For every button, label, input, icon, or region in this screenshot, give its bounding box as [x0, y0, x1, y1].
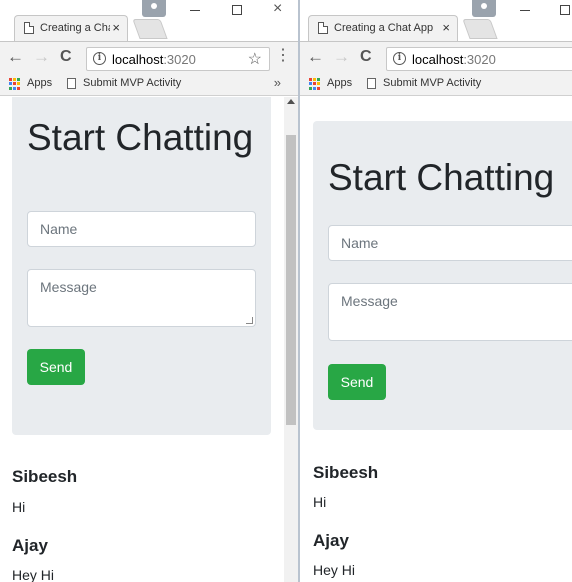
message-placeholder: Message	[40, 279, 97, 295]
address-bar[interactable]: i localhost:3020	[386, 47, 572, 71]
chat-form-panel: Start Chatting Name Message Send	[12, 97, 271, 435]
scroll-thumb[interactable]	[286, 135, 296, 425]
forward-icon[interactable]: →	[33, 47, 50, 67]
message-textarea[interactable]: Message	[328, 283, 572, 341]
tab-close-icon[interactable]: ×	[112, 20, 120, 36]
browser-window-left: Creating a Chat App × × ← → C i localhos…	[0, 0, 298, 582]
browser-tab[interactable]: Creating a Chat App ×	[308, 15, 458, 41]
message-author: Ajay	[12, 536, 48, 555]
apps-icon[interactable]	[309, 78, 321, 90]
name-input[interactable]: Name	[27, 211, 256, 247]
window-close-icon[interactable]: ×	[273, 0, 282, 18]
profile-icon[interactable]	[142, 0, 166, 17]
browser-tab[interactable]: Creating a Chat App ×	[14, 15, 128, 41]
menu-icon[interactable]: ⋮	[275, 48, 291, 64]
url-text: localhost:3020	[412, 52, 496, 67]
bookmark-page-icon	[67, 78, 76, 89]
title-bar: Creating a Chat App × ×	[0, 0, 298, 41]
page-icon	[24, 22, 34, 34]
bookmarks-bar: Apps Submit MVP Activity »	[0, 74, 298, 96]
url-port: :3020	[163, 52, 196, 67]
name-placeholder: Name	[341, 235, 379, 251]
address-bar[interactable]: i localhost:3020 ☆	[86, 47, 270, 71]
scroll-up-icon[interactable]	[287, 99, 295, 104]
resize-handle-icon[interactable]	[246, 317, 253, 324]
forward-icon[interactable]: →	[333, 47, 350, 67]
tab-title: Creating a Chat App	[40, 22, 110, 34]
apps-link[interactable]: Apps	[27, 77, 52, 89]
new-tab-button[interactable]	[132, 19, 168, 39]
info-icon[interactable]: i	[393, 52, 406, 65]
message-author: Sibeesh	[313, 463, 379, 482]
send-button[interactable]: Send	[27, 349, 85, 385]
name-placeholder: Name	[40, 221, 78, 237]
reload-icon[interactable]: C	[60, 47, 72, 67]
page-title: Start Chatting	[27, 117, 254, 158]
bookmark-star-icon[interactable]: ☆	[248, 49, 262, 69]
message-placeholder: Message	[341, 293, 398, 309]
page-content: Start Chatting Name Message Send Sibeesh…	[300, 97, 572, 582]
bookmarks-bar: Apps Submit MVP Activity	[300, 74, 572, 96]
back-icon[interactable]: ←	[7, 47, 24, 67]
message-text: Hey Hi	[313, 562, 356, 578]
message-textarea[interactable]: Message	[27, 269, 256, 327]
message-text: Hi	[12, 499, 26, 515]
minimize-icon[interactable]	[520, 10, 530, 11]
tab-title: Creating a Chat App	[334, 22, 434, 34]
url-text: localhost:3020	[112, 52, 196, 67]
maximize-icon[interactable]	[232, 5, 242, 15]
bookmarks-overflow-icon[interactable]: »	[274, 75, 281, 90]
url-host: localhost	[112, 52, 164, 67]
message-text: Hey Hi	[12, 567, 55, 582]
url-port: :3020	[463, 52, 496, 67]
message-author: Sibeesh	[12, 467, 78, 486]
browser-toolbar: ← → C i localhost:3020 ☆ ⋮	[0, 41, 298, 74]
vertical-scrollbar[interactable]	[284, 97, 298, 582]
new-tab-button[interactable]	[462, 19, 498, 39]
maximize-icon[interactable]	[560, 5, 570, 15]
title-bar: Creating a Chat App ×	[300, 0, 572, 41]
bookmark-submit-mvp[interactable]: Submit MVP Activity	[383, 77, 481, 89]
minimize-icon[interactable]	[190, 10, 200, 11]
bookmark-page-icon	[367, 78, 376, 89]
apps-icon[interactable]	[9, 78, 21, 90]
message-author: Ajay	[313, 531, 349, 550]
profile-icon[interactable]	[472, 0, 496, 17]
message-text: Hi	[313, 494, 327, 510]
info-icon[interactable]: i	[93, 52, 106, 65]
url-host: localhost	[412, 52, 464, 67]
tab-close-icon[interactable]: ×	[442, 20, 450, 36]
send-button[interactable]: Send	[328, 364, 386, 400]
page-title: Start Chatting	[328, 157, 555, 198]
browser-toolbar: ← → C i localhost:3020	[300, 41, 572, 74]
apps-link[interactable]: Apps	[327, 77, 352, 89]
reload-icon[interactable]: C	[360, 47, 372, 67]
page-icon	[318, 22, 328, 34]
page-content: Start Chatting Name Message Send Sibeesh…	[0, 97, 298, 582]
chat-form-panel: Start Chatting Name Message Send	[313, 121, 572, 430]
bookmark-submit-mvp[interactable]: Submit MVP Activity	[83, 77, 181, 89]
back-icon[interactable]: ←	[307, 47, 324, 67]
browser-window-right: Creating a Chat App × ← → C i localhost:…	[300, 0, 572, 582]
name-input[interactable]: Name	[328, 225, 572, 261]
